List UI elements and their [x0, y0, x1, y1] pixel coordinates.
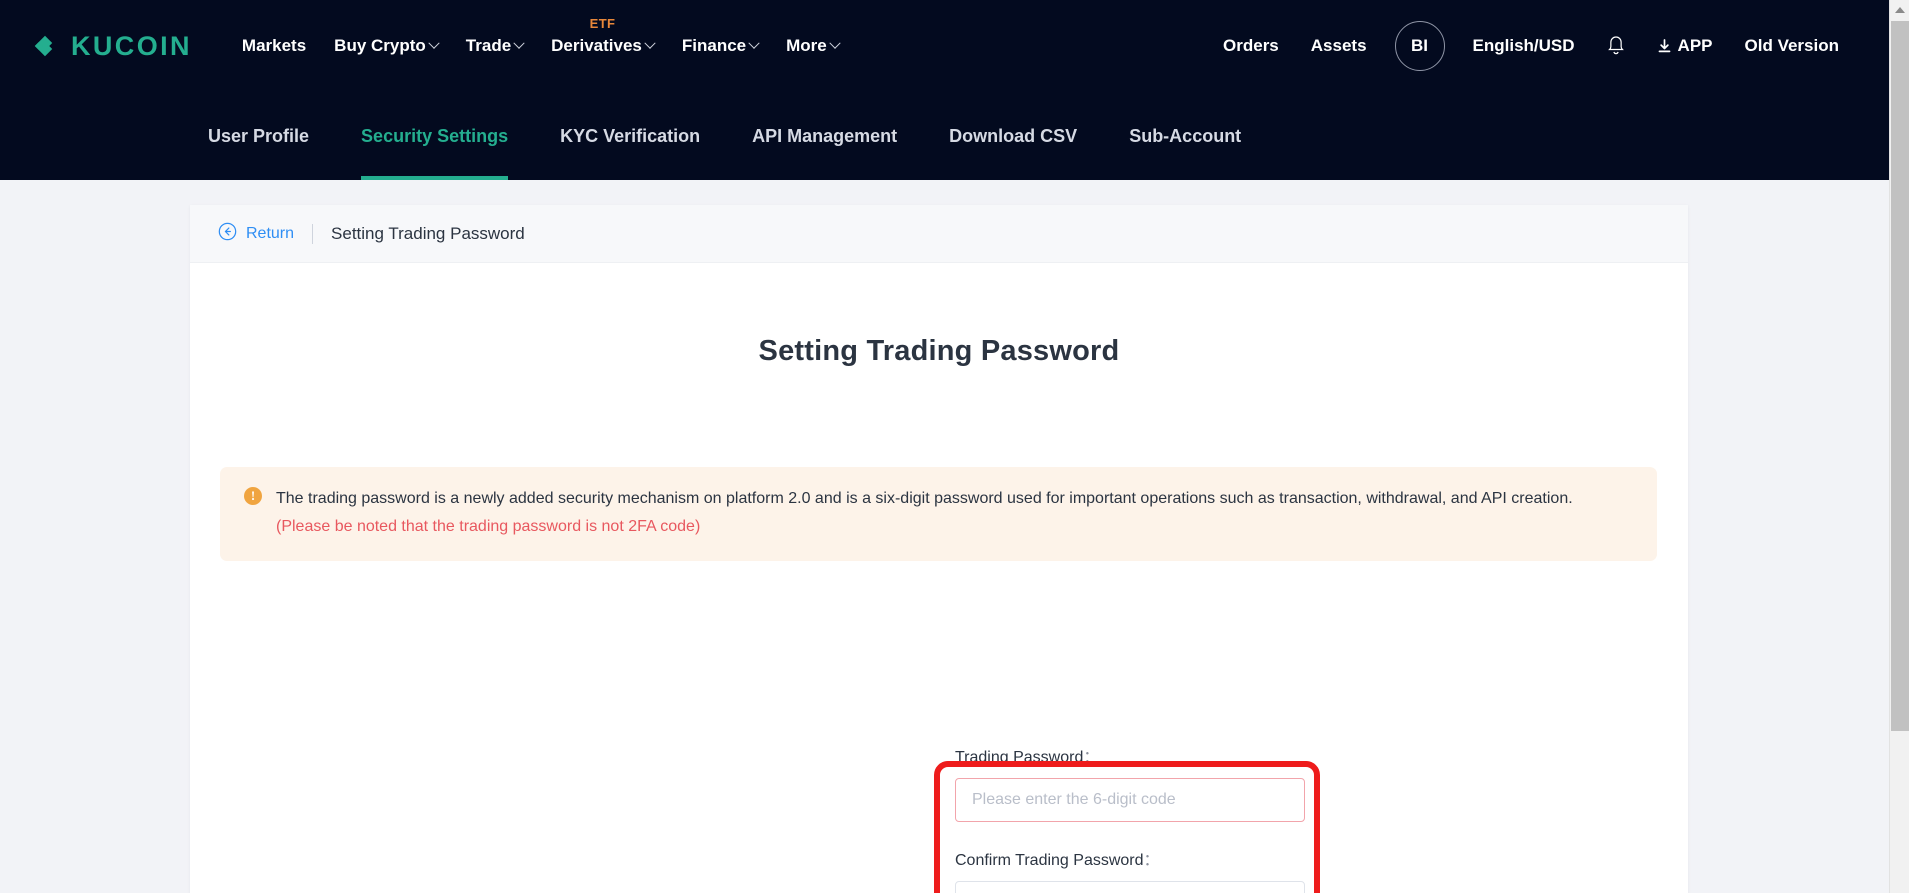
nav-item-derivatives[interactable]: ETF Derivatives	[537, 16, 668, 56]
nav-label: More	[786, 36, 827, 55]
chevron-down-icon	[748, 37, 760, 49]
old-version-link[interactable]: Old Version	[1729, 36, 1855, 56]
kucoin-logo-icon	[28, 29, 62, 63]
trading-password-input[interactable]	[955, 778, 1305, 822]
brand-logo[interactable]: KUCOIN	[28, 29, 192, 63]
chevron-down-icon	[428, 37, 440, 49]
triangle-up-icon	[1895, 7, 1905, 13]
breadcrumb-separator	[312, 223, 314, 244]
page-body: Return Setting Trading Password Setting …	[0, 180, 1889, 893]
nav-item-trade[interactable]: Trade	[452, 36, 537, 56]
confirm-trading-password-label: Confirm Trading Password：	[955, 846, 1305, 870]
nav-item-markets[interactable]: Markets	[228, 36, 320, 56]
etf-badge: ETF	[589, 16, 616, 31]
nav-label: Finance	[681, 36, 747, 55]
page-title: Setting Trading Password	[758, 335, 1120, 367]
content-card: Return Setting Trading Password Setting …	[190, 205, 1688, 893]
tab-label: User Profile	[208, 125, 310, 146]
header-right-actions: Orders Assets BI English/USD APP Old Ver…	[1207, 21, 1889, 71]
label-colon: ：	[1083, 749, 1100, 766]
avatar[interactable]: BI	[1394, 21, 1445, 71]
trading-password-label: Trading Password：	[955, 743, 1305, 767]
main-nav: Markets Buy Crypto Trade ETF Derivatives…	[228, 16, 853, 56]
tab-api-management[interactable]: API Management	[752, 92, 897, 180]
chevron-down-icon	[513, 37, 525, 49]
tab-label: Sub-Account	[1129, 125, 1242, 146]
field-spacer	[955, 822, 1305, 846]
assets-link[interactable]: Assets	[1295, 36, 1383, 56]
notice-text-warning: (Please be noted that the trading passwo…	[276, 518, 701, 535]
nav-label: Trade	[465, 36, 512, 55]
vertical-scrollbar[interactable]	[1889, 0, 1909, 893]
language-currency-selector[interactable]: English/USD	[1457, 36, 1591, 56]
nav-label: Buy Crypto	[334, 36, 426, 55]
tab-kyc-verification[interactable]: KYC Verification	[560, 92, 700, 180]
orders-link[interactable]: Orders	[1207, 36, 1295, 56]
nav-item-more[interactable]: More	[772, 36, 853, 56]
exclamation-circle-icon: !	[244, 487, 262, 505]
tab-download-csv[interactable]: Download CSV	[949, 92, 1077, 180]
app-download-link[interactable]: APP	[1641, 36, 1729, 56]
tab-label: Download CSV	[949, 125, 1078, 146]
tab-security-settings[interactable]: Security Settings	[361, 92, 509, 180]
top-header: KUCOIN Markets Buy Crypto Trade ETF Deri…	[0, 0, 1889, 92]
tab-label: API Management	[752, 125, 898, 146]
chevron-down-icon	[829, 37, 841, 49]
notice-banner: ! The trading password is a newly added …	[220, 467, 1657, 561]
app-root: KUCOIN Markets Buy Crypto Trade ETF Deri…	[0, 0, 1909, 893]
brand-name: KUCOIN	[71, 30, 192, 61]
tab-user-profile[interactable]: User Profile	[208, 92, 309, 180]
arrow-left-circle-icon	[218, 222, 237, 246]
nav-label: Markets	[241, 36, 307, 55]
breadcrumb-current: Setting Trading Password	[331, 223, 525, 243]
return-button[interactable]: Return	[218, 222, 294, 246]
breadcrumb: Return Setting Trading Password	[190, 205, 1688, 263]
tab-label: Security Settings	[361, 125, 509, 146]
bell-icon[interactable]	[1605, 34, 1627, 58]
tab-sub-account[interactable]: Sub-Account	[1129, 92, 1241, 180]
app-label: APP	[1677, 36, 1713, 55]
nav-item-buy-crypto[interactable]: Buy Crypto	[320, 36, 452, 56]
trading-password-label-text: Trading Password	[955, 749, 1084, 766]
scrollbar-thumb[interactable]	[1891, 21, 1909, 731]
nav-label: Derivatives	[551, 36, 642, 55]
scroll-up-button[interactable]	[1890, 0, 1909, 20]
label-colon: ：	[1143, 852, 1160, 869]
tab-label: KYC Verification	[560, 125, 701, 146]
notice-body: The trading password is a newly added se…	[276, 485, 1573, 541]
notice-text-primary: The trading password is a newly added se…	[276, 490, 1573, 507]
confirm-trading-password-input[interactable]	[955, 881, 1305, 893]
account-tabs: User Profile Security Settings KYC Verif…	[0, 92, 1889, 180]
nav-item-finance[interactable]: Finance	[668, 36, 772, 56]
return-label: Return	[246, 224, 295, 242]
confirm-trading-password-label-text: Confirm Trading Password	[955, 852, 1144, 869]
download-icon	[1657, 38, 1672, 54]
trading-password-form: Trading Password： Confirm Trading Passwo…	[955, 743, 1305, 893]
chevron-down-icon	[644, 37, 656, 49]
